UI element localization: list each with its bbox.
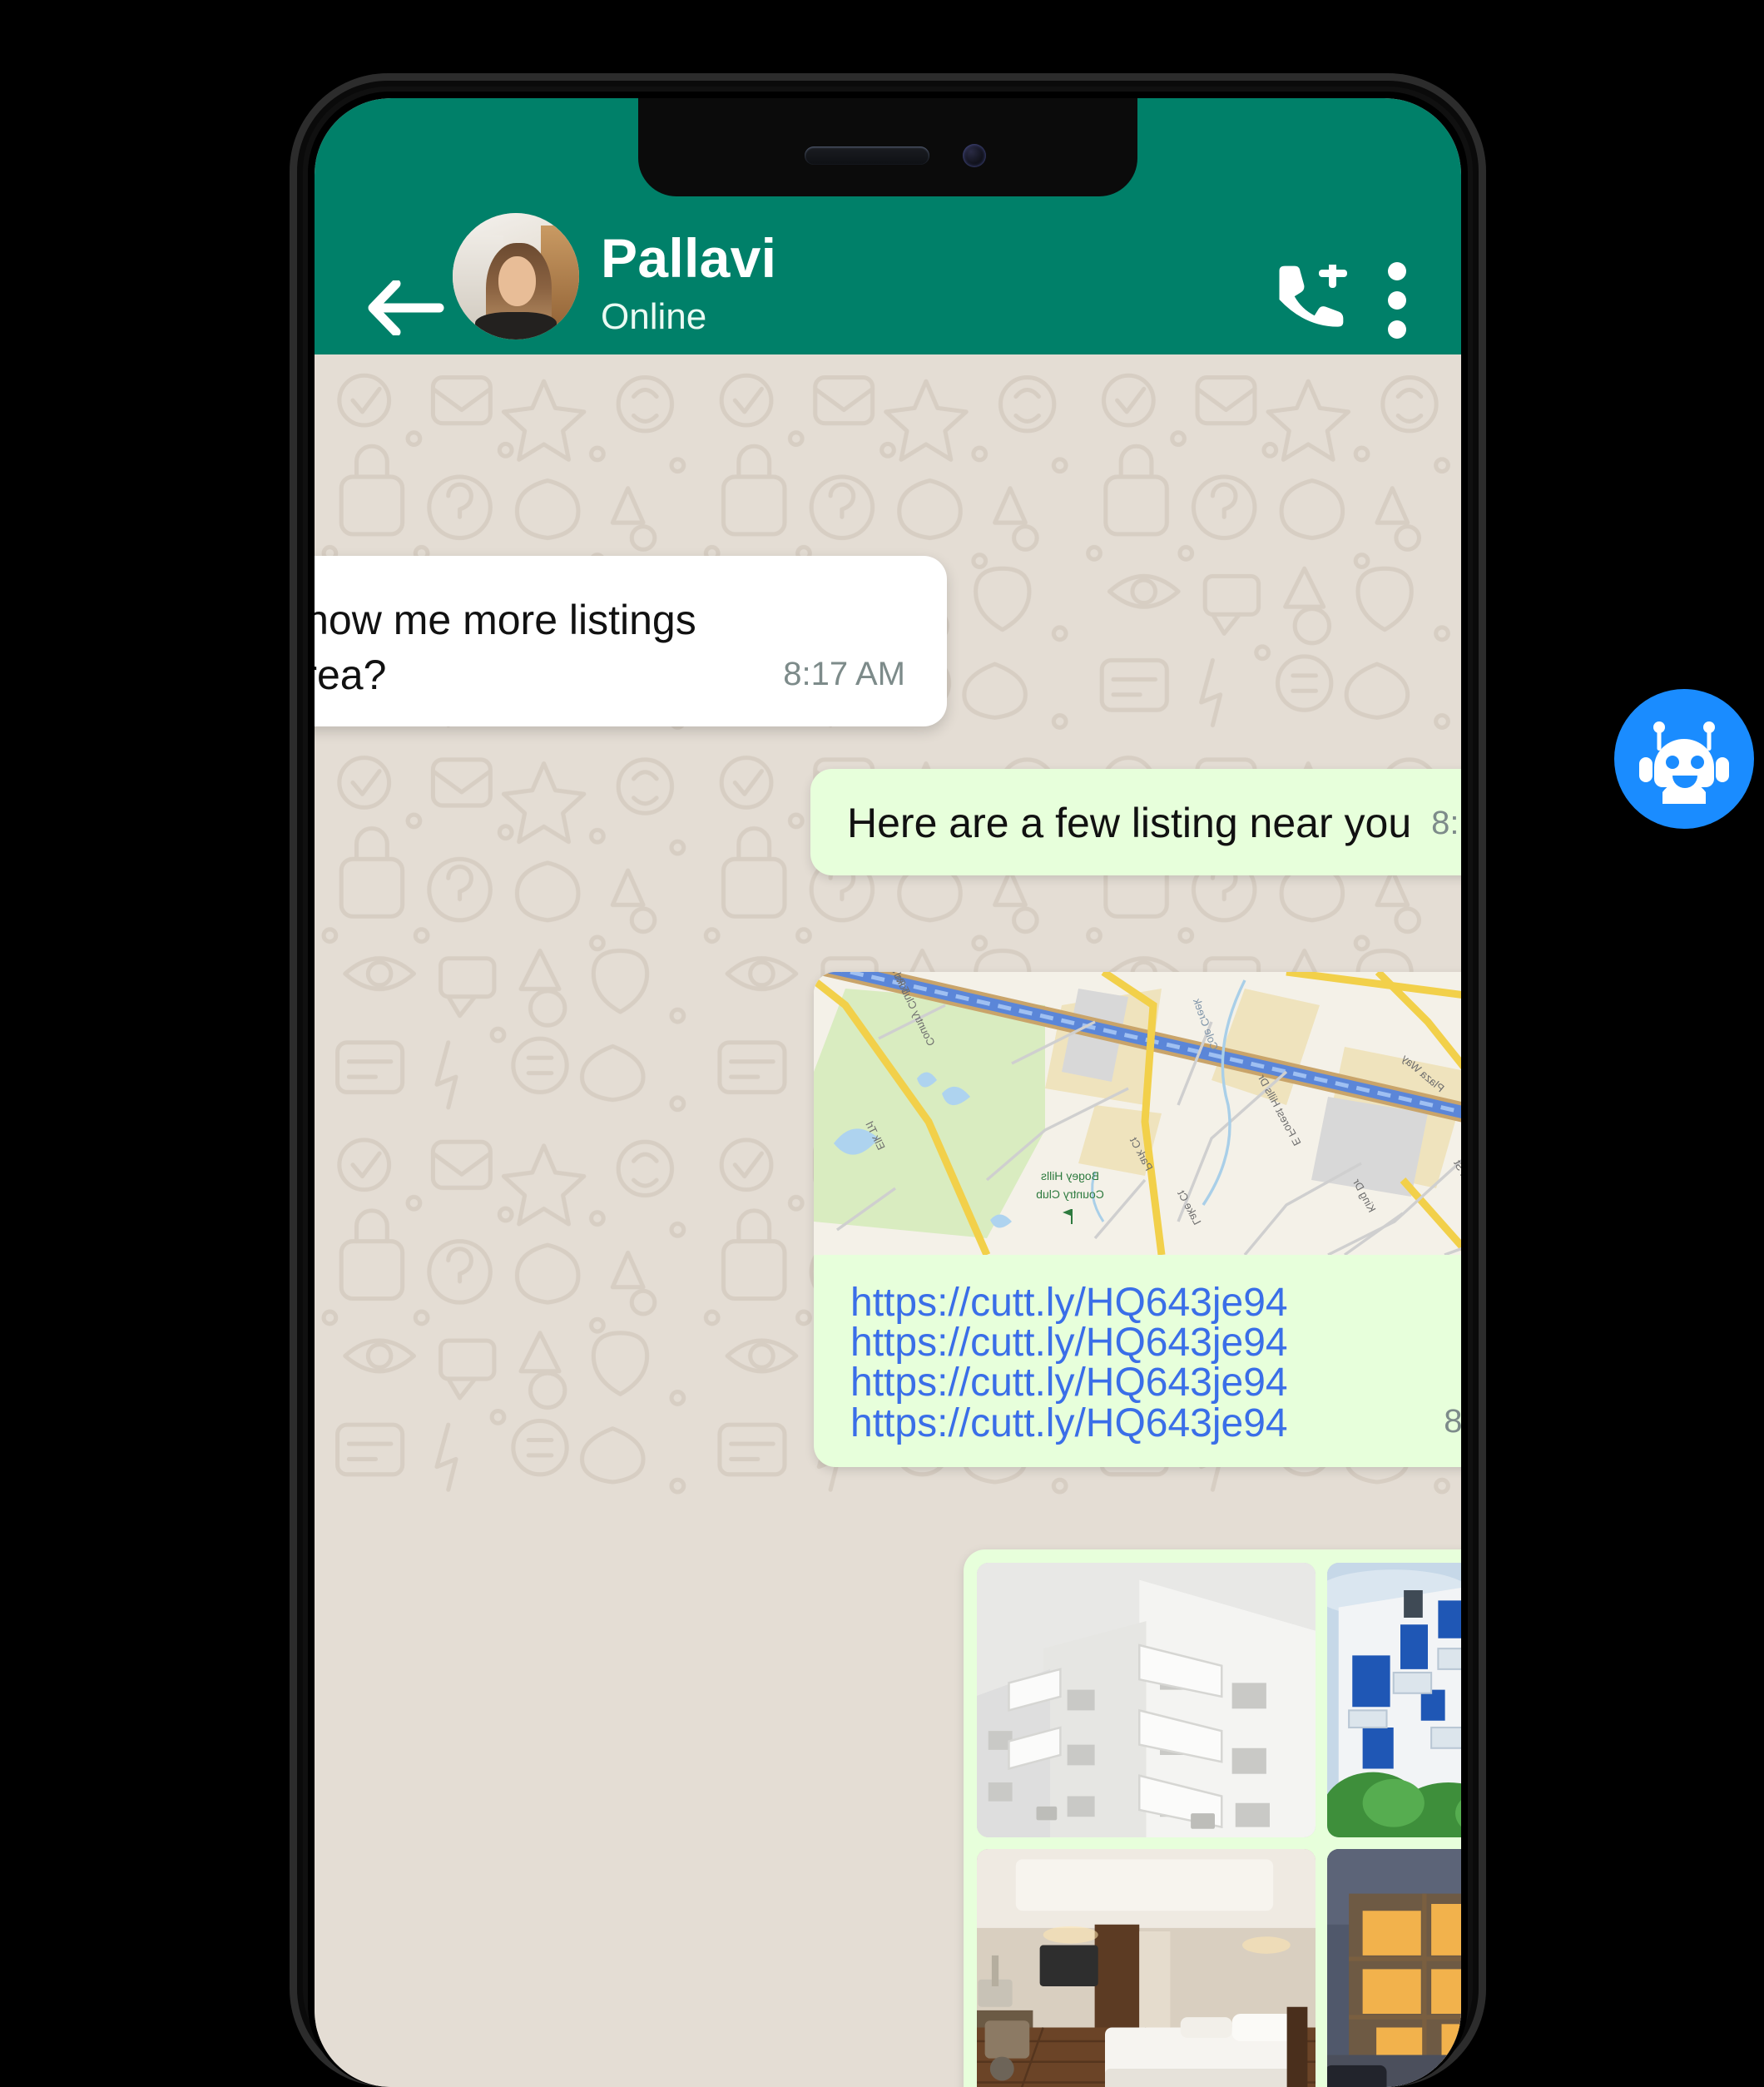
listing-photo-hotel-bedroom-interior[interactable] [977, 1849, 1316, 2087]
contact-name: Pallavi [601, 230, 1273, 287]
listing-link[interactable]: https://cutt.ly/HQ643je94 [814, 1321, 1325, 1365]
robot-bot-icon [1634, 709, 1734, 809]
message-meta: 8:17 AM [315, 656, 905, 693]
speaker-grille-icon [805, 146, 929, 165]
listing-link[interactable]: https://cutt.ly/HQ643je94 [814, 1361, 1325, 1405]
svg-text:Country Club: Country Club [1036, 1187, 1104, 1201]
message-time: 8:17 AM [1431, 805, 1461, 842]
menu-button[interactable] [1386, 261, 1408, 340]
back-arrow-icon [368, 280, 444, 335]
links-area: https://cutt.ly/HQ643je94 https://cutt.l… [814, 1255, 1461, 1467]
message-time: 8:17 AM [1444, 1403, 1461, 1440]
avatar-face [498, 256, 537, 307]
phone-frame: Pallavi Online [290, 73, 1486, 2087]
listing-link[interactable]: https://cutt.ly/HQ643je94 [814, 1281, 1325, 1325]
phone-bezel: Pallavi Online [308, 92, 1468, 2087]
message-bubble-outgoing-text[interactable]: Here are a few listing near you 8:17 AM [810, 769, 1461, 875]
message-bubble-incoming[interactable]: Can you show me more listings near my ar… [315, 556, 947, 726]
message-text: Here are a few listing near you [847, 799, 1411, 847]
links-last-row: https://cutt.ly/HQ643je94 8:17 AM [814, 1403, 1461, 1444]
listing-photo-white-apartment-building[interactable] [977, 1563, 1316, 1837]
call-button[interactable] [1273, 265, 1350, 336]
photo-grid [977, 1563, 1461, 2087]
header-text-block: Pallavi Online [601, 230, 1273, 340]
three-dot-menu-icon [1386, 261, 1408, 340]
message-bubble-outgoing-photos[interactable] [964, 1549, 1461, 2087]
header-actions [1273, 261, 1408, 340]
listing-photo-modern-glass-building-dusk[interactable] [1327, 1849, 1461, 2087]
avatar-jacket [475, 312, 556, 340]
svg-text:Bogey Hills: Bogey Hills [1041, 1169, 1099, 1182]
message-text-line-1: Can you show me more listings [315, 592, 905, 647]
bot-avatar[interactable] [1614, 689, 1754, 829]
phone-add-icon [1273, 265, 1350, 336]
message-bubble-outgoing-map[interactable]: 70 W Clay St Westbury Dr Hawks Dr Bogey … [814, 972, 1461, 1467]
contact-status: Online [601, 294, 1273, 340]
phone-screen: Pallavi Online [315, 98, 1461, 2087]
chat-body: Can you show me more listings near my ar… [315, 354, 1461, 2087]
listing-link[interactable]: https://cutt.ly/HQ643je94 [850, 1404, 1288, 1444]
listing-photo-blue-white-apartment-tower[interactable] [1327, 1563, 1461, 1837]
front-camera-icon [963, 144, 986, 167]
phone-notch [638, 98, 1137, 196]
back-button[interactable] [366, 276, 446, 340]
map-thumbnail[interactable]: 70 W Clay St Westbury Dr Hawks Dr Bogey … [814, 972, 1461, 1255]
avatar[interactable] [453, 213, 579, 340]
message-time: 8:17 AM [783, 656, 905, 693]
